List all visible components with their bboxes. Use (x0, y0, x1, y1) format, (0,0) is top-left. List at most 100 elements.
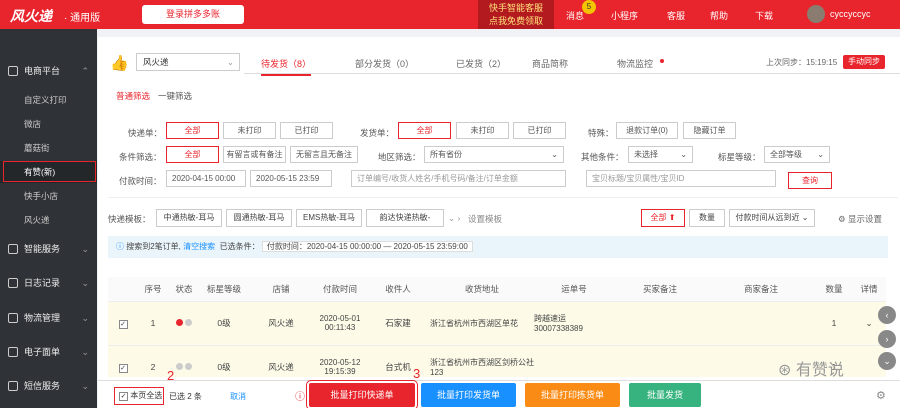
sidebar-item-weidian[interactable]: 微店 (0, 113, 97, 135)
nav-messages[interactable]: 消息 (566, 9, 584, 22)
help-icon[interactable]: ⓘ (295, 388, 305, 403)
status-dot-grey (176, 363, 183, 370)
header-waybill: 运单号 (534, 277, 614, 302)
condition-all-button[interactable]: 全部 (166, 146, 219, 163)
header-pay-time: 付款时间 (314, 277, 366, 302)
template-settings-link[interactable]: 设置模板 (468, 213, 502, 225)
order-search-input[interactable]: 订单编号/收货人姓名/手机号码/备注/订单金额 (351, 170, 566, 187)
checkbox-checked[interactable]: ✓ (118, 319, 128, 329)
gear-icon[interactable]: ⚙ (876, 389, 886, 402)
header-recipient: 收件人 (366, 277, 430, 302)
cell-pay-time: 2020-05-01 00:11:43 (314, 301, 366, 346)
has-note-button[interactable]: 有留言或有备注 (223, 146, 286, 163)
tab-pending[interactable]: 待发货（8） (261, 57, 312, 76)
batch-print-pick-button[interactable]: 批量打印拣货单 (525, 383, 620, 407)
template-yto[interactable]: 圆通热敏-耳马 (226, 209, 292, 227)
header-status: 状态 (168, 277, 200, 302)
sidebar-item-kuaishou[interactable]: 快手小店 (0, 185, 97, 207)
other-condition-select[interactable]: 未选择 ⌄ (628, 146, 693, 163)
manual-sync-button[interactable]: 手动同步 (843, 55, 885, 69)
chevron-down-icon: ⌄ (81, 347, 89, 357)
template-yunda[interactable]: 韵达快递热敏- (366, 209, 444, 227)
checkbox-checked[interactable]: ✓ (119, 392, 128, 401)
table-row[interactable]: ✓ 1 0级 风火递 2020-05-01 00:11:43 石家建 浙江省杭州… (108, 301, 886, 346)
sort-time-select[interactable]: 付款时间从远到近 ⌄ (729, 209, 815, 227)
bottom-action-bar: ✓ 本页全选 已选 2 条 取消 ⓘ 批量打印快递单 批量打印发货单 批量打印拣… (98, 380, 900, 408)
nav-help[interactable]: 帮助 (710, 9, 728, 22)
sidebar-item-custom-print[interactable]: 自定义打印 (0, 89, 97, 111)
template-zto[interactable]: 中通热敏-耳马 (156, 209, 222, 227)
delivery-all-button[interactable]: 全部 (398, 122, 451, 139)
time-from-input[interactable]: 2020-04-15 00:00 (166, 170, 246, 187)
display-settings-link[interactable]: ⚙ 显示设置 (838, 213, 882, 225)
special-filter-label: 特殊： (588, 128, 614, 138)
cell-level: 0级 (200, 301, 248, 346)
sidebar-section-ecommerce[interactable]: 电商平台 ⌃ (0, 57, 97, 85)
nav-download[interactable]: 下载 (755, 9, 773, 22)
sidebar-section-e-waybill[interactable]: 电子面单 ⌄ (0, 338, 97, 366)
sort-all-button[interactable]: 全部 ⬆ (641, 209, 685, 227)
goods-search-input[interactable]: 宝贝标题/宝贝属性/宝贝ID (586, 170, 776, 187)
checkbox-checked[interactable]: ✓ (118, 363, 128, 373)
sidebar-item-fenghuodi[interactable]: 风火递 (0, 209, 97, 231)
hidden-orders-button[interactable]: 隐藏订单 (683, 122, 736, 139)
scroll-down-icon[interactable]: › (878, 330, 896, 348)
template-more-chevron[interactable]: ⌄ › (448, 213, 460, 224)
sidebar-section-sms[interactable]: 短信服务 ⌄ (0, 372, 97, 400)
scroll-up-icon[interactable]: ‹ (878, 306, 896, 324)
time-filter-label: 付款时间： (119, 176, 162, 186)
flag-level-select[interactable]: 全部等级 ⌄ (764, 146, 830, 163)
row-checkbox[interactable]: ✓ (108, 345, 138, 377)
batch-print-express-button[interactable]: 批量打印快递单 (306, 380, 418, 408)
cell-shop: 风火递 (248, 301, 314, 346)
cell-buyer-note (614, 345, 706, 377)
sidebar-section-logs[interactable]: 日志记录 ⌄ (0, 269, 97, 297)
search-info-bar: ⓘ 搜索到2笔订单, 清空搜索 已选条件： 付款时间：2020-04-15 00… (108, 236, 888, 258)
login-pdd-button[interactable]: 登录拼多多账 (142, 5, 244, 24)
table-row[interactable]: ✓ 2 0级 风火递 2020-05-12 19:15:39 台式机 浙江省杭州… (108, 345, 886, 377)
express-all-button[interactable]: 全部 (166, 122, 219, 139)
clear-search-link[interactable]: 清空搜索 (183, 242, 215, 251)
row-checkbox[interactable]: ✓ (108, 301, 138, 346)
sidebar-section-smart-service[interactable]: 智能服务 ⌄ (0, 235, 97, 263)
status-dot-grey (185, 319, 192, 326)
cancel-link[interactable]: 取消 (230, 391, 246, 402)
no-note-button[interactable]: 无留言且无备注 (290, 146, 358, 163)
tab-shipped[interactable]: 已发货（2） (456, 57, 506, 70)
region-select[interactable]: 所有省份 ⌄ (424, 146, 564, 163)
refund-orders-button[interactable]: 退款订单(0) (616, 122, 678, 139)
subtab-one-click[interactable]: 一键筛选 (158, 90, 192, 102)
tab-logistics[interactable]: 物流监控 (617, 57, 653, 70)
chevron-down-icon[interactable]: ⌄ (878, 352, 896, 370)
avatar[interactable] (807, 5, 825, 23)
last-sync: 上次同步：15:19:15 (766, 58, 838, 67)
nav-service[interactable]: 客服 (667, 9, 685, 22)
flag-filter-label: 标星等级： (718, 152, 761, 162)
express-printed-button[interactable]: 已打印 (280, 122, 333, 139)
sidebar-section-logistics[interactable]: 物流管理 ⌄ (0, 304, 97, 332)
delivery-printed-button[interactable]: 已打印 (513, 122, 566, 139)
batch-ship-button[interactable]: 批量发货 (629, 383, 701, 407)
search-button[interactable]: 查询 (788, 172, 832, 189)
nav-miniprogram[interactable]: 小程序 (611, 9, 638, 22)
express-unprinted-button[interactable]: 未打印 (223, 122, 276, 139)
other-filter-label: 其他条件： (581, 152, 624, 162)
sidebar-item-mogujie[interactable]: 蘑菇街 (0, 137, 97, 159)
delivery-unprinted-button[interactable]: 未打印 (456, 122, 509, 139)
store-select[interactable]: 风火递 ⌄ (136, 53, 240, 71)
selected-count: 已选 2 条 (169, 392, 202, 401)
sort-quantity-button[interactable]: 数量 (689, 209, 725, 227)
cell-recipient: 台式机 (366, 345, 430, 377)
chevron-down-icon[interactable]: ⌄ (865, 318, 872, 328)
time-to-input[interactable]: 2020-05-15 23:59 (250, 170, 332, 187)
subtab-normal[interactable]: 普通筛选 (116, 90, 150, 102)
template-ems[interactable]: EMS热敏-耳马 (296, 209, 362, 227)
select-page-checkbox[interactable]: ✓ 本页全选 (114, 387, 164, 405)
header-quantity: 数量 (816, 277, 852, 302)
batch-print-delivery-button[interactable]: 批量打印发货单 (421, 383, 516, 407)
tab-partial[interactable]: 部分发货（0） (355, 57, 414, 70)
cell-quantity: 1 (816, 301, 852, 346)
username[interactable]: cyccyccyc (830, 9, 871, 19)
tab-goods-short[interactable]: 商品简称 (532, 57, 568, 70)
promo-banner[interactable]: 快手智能客服 点我免费领取 (478, 0, 554, 29)
